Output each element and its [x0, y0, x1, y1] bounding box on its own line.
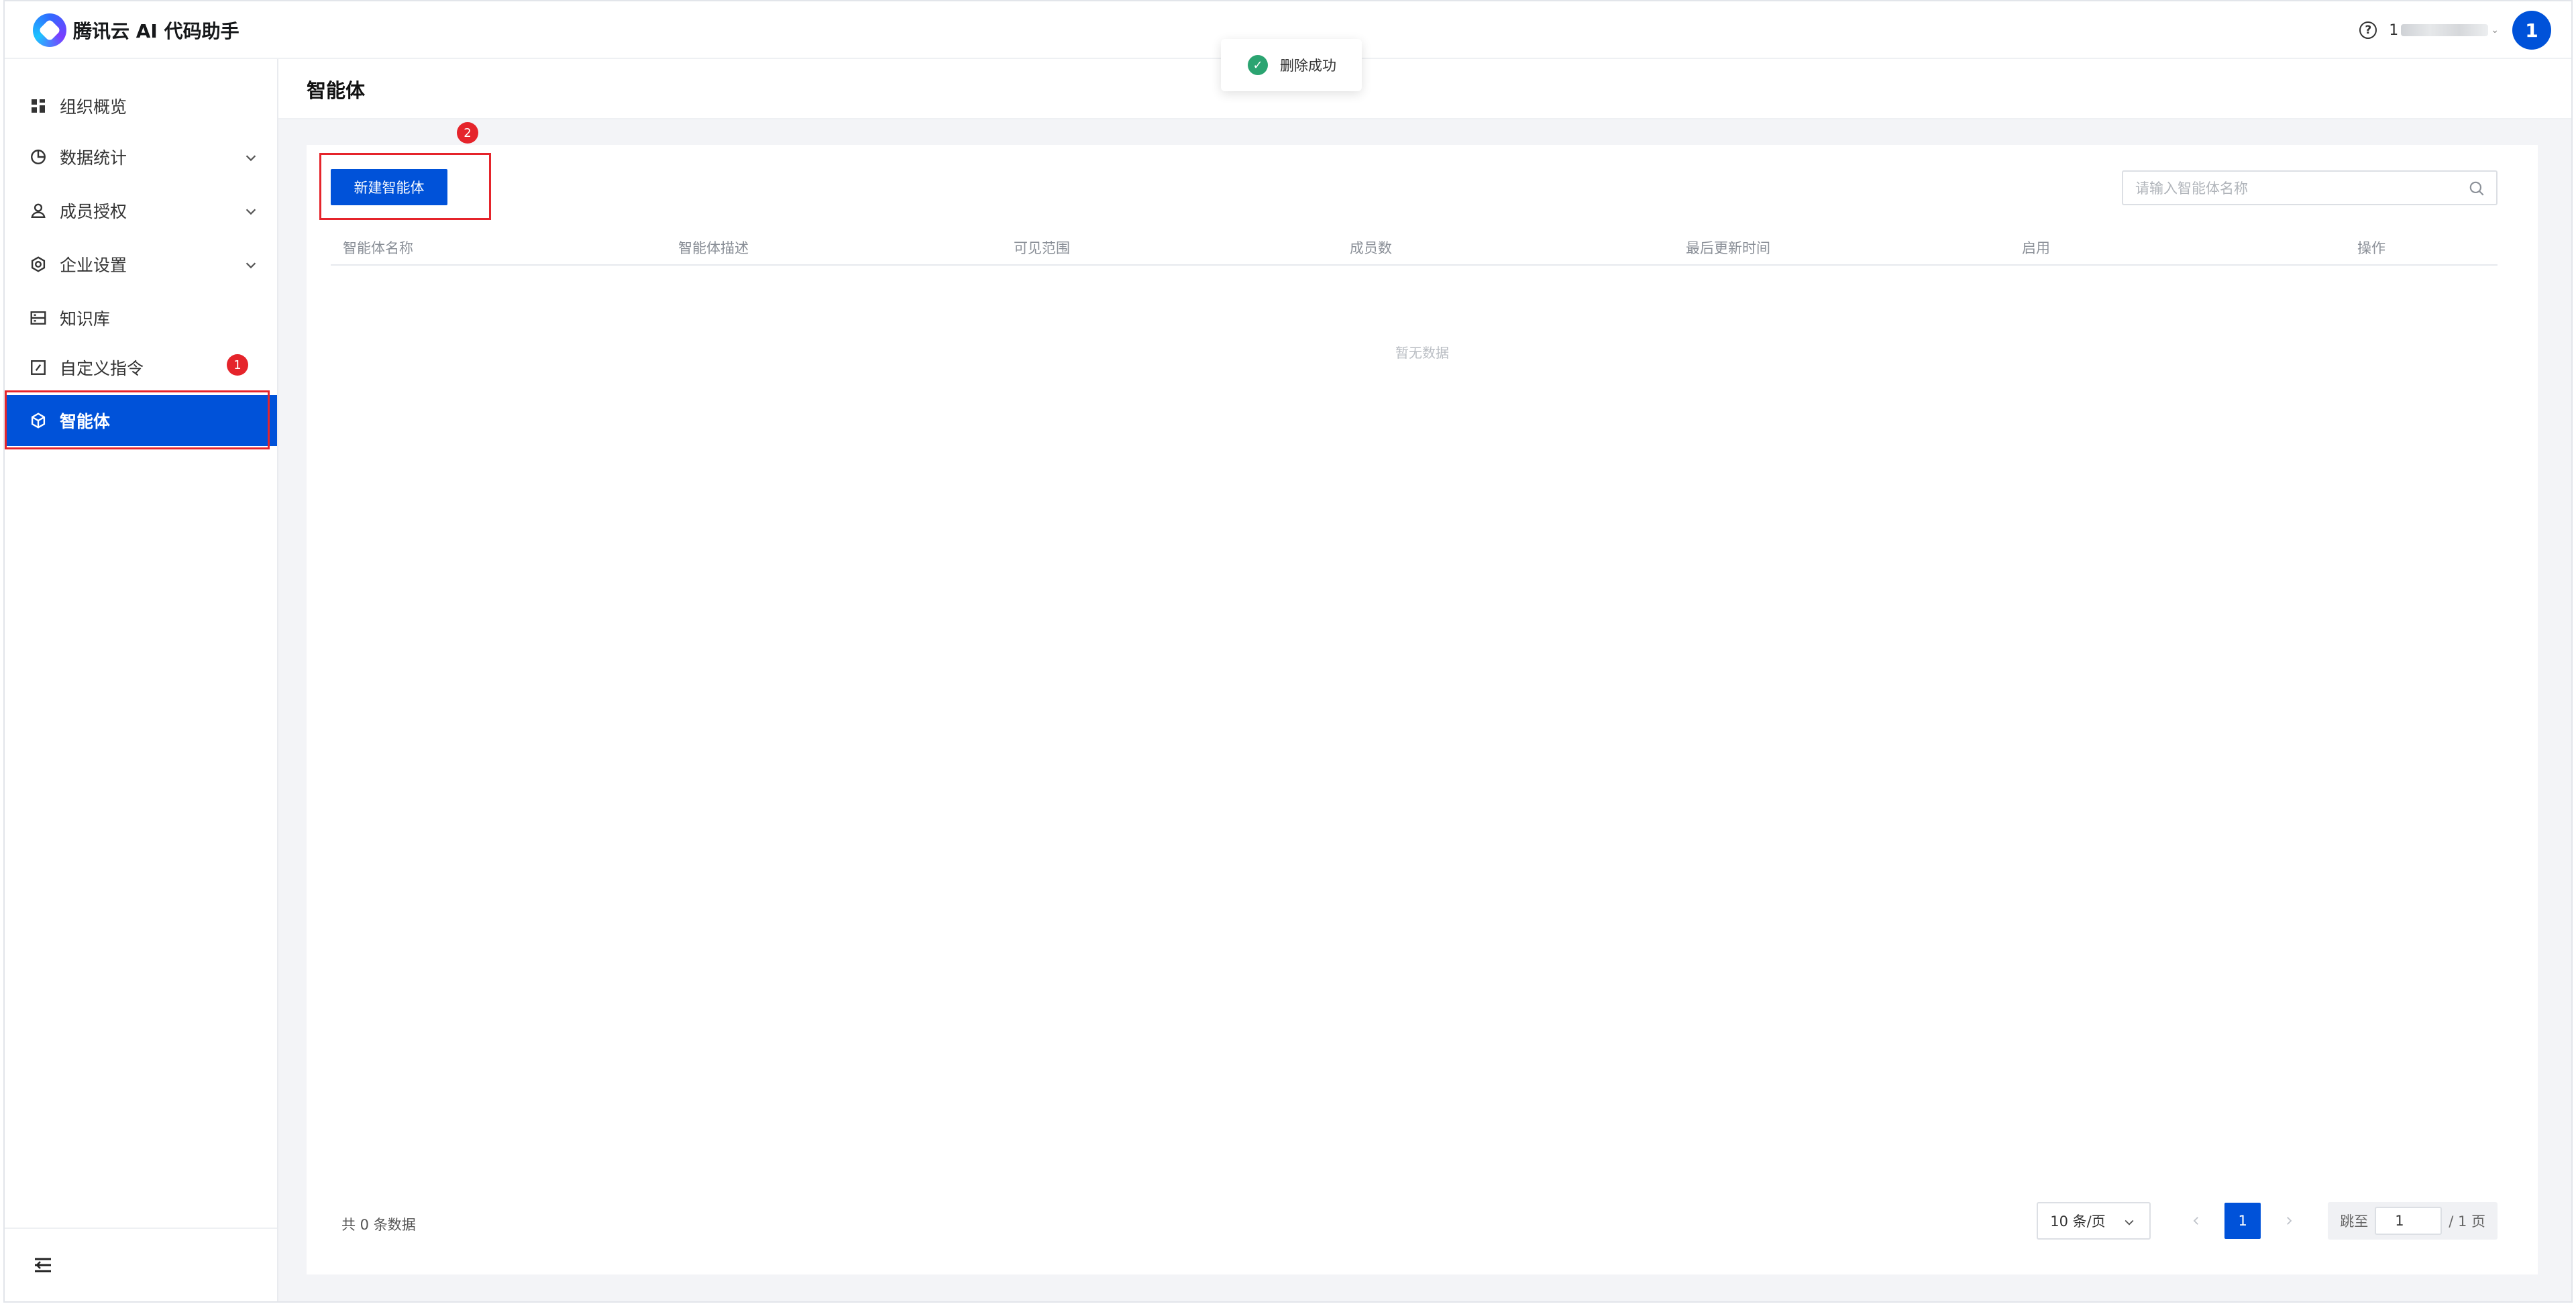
column-header-actions: 操作 — [2357, 240, 2385, 256]
agent-search-input[interactable]: 请输入智能体名称 — [2122, 170, 2498, 205]
column-header-description: 智能体描述 — [678, 240, 749, 256]
chevron-down-icon — [246, 262, 256, 269]
sidebar: 组织概览 数据统计 成员授权 企业设置 知识库 自定义指令 1 智能体 — [5, 59, 278, 1301]
jump-to-page: 跳至 1 / 1 页 — [2328, 1202, 2498, 1240]
sidebar-item-overview[interactable]: 组织概览 — [5, 80, 277, 131]
column-header-enabled: 启用 — [2022, 240, 2050, 256]
agents-card: 2 新建智能体 请输入智能体名称 智能体名称 智能体描述 可见范围 成员数 最后… — [307, 122, 2538, 1274]
page-size-select[interactable]: 10 条/页 — [2037, 1202, 2151, 1240]
database-icon — [29, 309, 48, 327]
cube-icon — [29, 411, 48, 430]
sidebar-item-label: 数据统计 — [60, 148, 127, 168]
avatar[interactable]: 1 — [2512, 11, 2551, 50]
success-toast: ✓ 删除成功 — [1221, 39, 1362, 91]
app-logo-icon — [33, 13, 66, 47]
sidebar-item-knowledge-base[interactable]: 知识库 — [5, 292, 277, 343]
column-header-member-count: 成员数 — [1350, 240, 1392, 256]
sidebar-item-label: 自定义指令 — [60, 359, 144, 378]
sidebar-item-label: 智能体 — [60, 412, 111, 431]
column-header-name: 智能体名称 — [343, 240, 413, 256]
top-right-actions: ? 1 ⌄ 1 — [2359, 11, 2551, 50]
prev-page-button[interactable] — [2178, 1202, 2215, 1240]
new-agent-button[interactable]: 新建智能体 — [331, 169, 447, 205]
chevron-right-icon — [2287, 1217, 2292, 1225]
check-circle-icon: ✓ — [1248, 55, 1268, 75]
search-icon[interactable] — [2468, 180, 2485, 197]
sidebar-item-label: 企业设置 — [60, 256, 127, 275]
chevron-left-icon — [2193, 1217, 2199, 1225]
annotation-badge-2: 2 — [457, 122, 478, 144]
annotation-badge-1: 1 — [227, 354, 248, 376]
edit-square-icon — [29, 358, 48, 377]
sidebar-item-label: 知识库 — [60, 309, 111, 329]
sidebar-footer — [5, 1228, 277, 1301]
user-name-blurred — [2401, 24, 2489, 36]
toast-message: 删除成功 — [1280, 58, 1336, 74]
user-icon — [29, 201, 48, 220]
chevron-down-icon — [2125, 1219, 2134, 1226]
collapse-menu-icon[interactable] — [33, 1256, 53, 1274]
search-placeholder: 请输入智能体名称 — [2135, 180, 2248, 197]
help-circle-icon[interactable]: ? — [2359, 21, 2377, 39]
page-header: 智能体 — [278, 59, 2571, 119]
sidebar-item-members[interactable]: 成员授权 — [5, 185, 277, 236]
app-window: 腾讯云 AI 代码助手 ? 1 ⌄ 1 ✓ 删除成功 组织概览 数据统计 成员授… — [3, 0, 2573, 1303]
settings-icon — [29, 255, 48, 274]
dashboard-grid-icon — [29, 97, 48, 115]
app-title: 腾讯云 AI 代码助手 — [73, 20, 239, 42]
pagination: 10 条/页 1 跳至 1 / 1 页 — [2037, 1202, 2498, 1240]
empty-state-text: 暂无数据 — [1395, 345, 1449, 361]
sidebar-item-label: 成员授权 — [60, 202, 127, 221]
user-name-prefix: 1 — [2389, 21, 2399, 39]
page-size-value: 10 条/页 — [2050, 1213, 2106, 1230]
chevron-down-icon: ⌄ — [2491, 25, 2499, 36]
total-pages: / 1 页 — [2449, 1213, 2485, 1230]
sidebar-item-agents[interactable]: 智能体 — [5, 395, 277, 446]
page-number-current[interactable]: 1 — [2224, 1203, 2261, 1239]
main-content: 智能体 2 新建智能体 请输入智能体名称 智能体名称 智能体描述 可见范围 成员… — [278, 59, 2571, 1301]
chevron-down-icon — [246, 155, 256, 162]
total-count: 共 0 条数据 — [341, 1217, 416, 1233]
table-header: 智能体名称 智能体描述 可见范围 成员数 最后更新时间 启用 操作 — [331, 224, 2498, 266]
column-header-last-updated: 最后更新时间 — [1686, 240, 1770, 256]
jump-label: 跳至 — [2340, 1213, 2369, 1230]
sidebar-item-enterprise-settings[interactable]: 企业设置 — [5, 239, 277, 290]
chevron-down-icon — [246, 209, 256, 215]
sidebar-item-label: 组织概览 — [60, 97, 127, 117]
page-title: 智能体 — [307, 79, 366, 102]
sidebar-item-statistics[interactable]: 数据统计 — [5, 131, 277, 182]
next-page-button[interactable] — [2270, 1202, 2308, 1240]
user-menu[interactable]: 1 ⌄ — [2389, 22, 2499, 39]
pie-chart-icon — [29, 148, 48, 166]
column-header-visibility: 可见范围 — [1014, 240, 1070, 256]
brand[interactable]: 腾讯云 AI 代码助手 — [33, 13, 239, 47]
jump-page-input[interactable]: 1 — [2375, 1207, 2443, 1235]
